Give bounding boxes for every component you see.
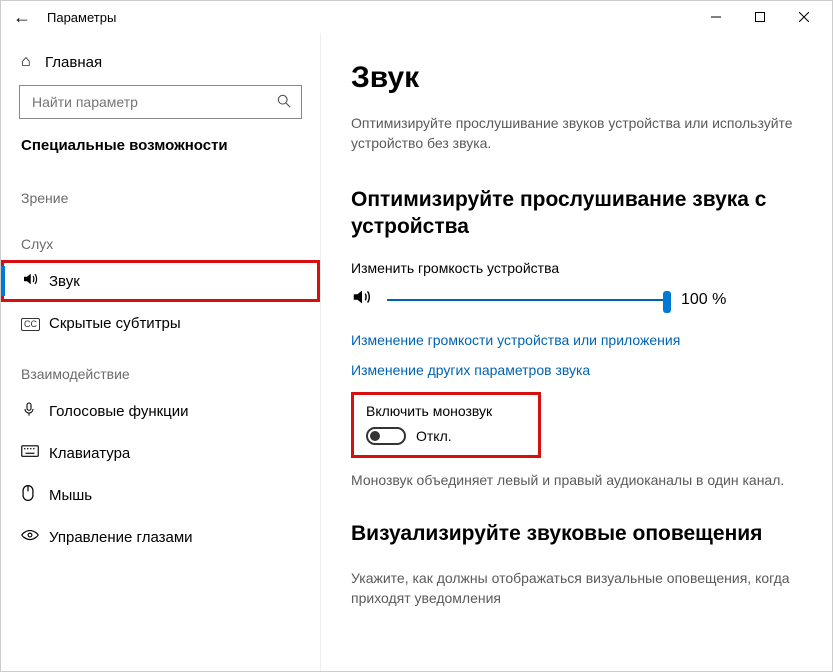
- visualize-description: Укажите, как должны отображаться визуаль…: [351, 568, 802, 609]
- sidebar-item-mouse[interactable]: Мышь: [1, 474, 320, 516]
- sidebar: ⌂ Главная Специальные возможности Зрение…: [1, 33, 321, 671]
- visualize-heading: Визуализируйте звуковые оповещения: [351, 520, 802, 547]
- close-button[interactable]: [782, 2, 826, 32]
- mono-description: Монозвук объединяет левый и правый аудио…: [351, 470, 802, 490]
- mono-title: Включить монозвук: [366, 403, 526, 419]
- page-description: Оптимизируйте прослушивание звуков устро…: [351, 113, 802, 154]
- cc-icon: CC: [21, 314, 49, 332]
- eye-icon: [21, 528, 49, 546]
- maximize-button[interactable]: [738, 2, 782, 32]
- sidebar-item-speech[interactable]: Голосовые функции: [1, 390, 320, 432]
- speaker-icon: [21, 270, 49, 293]
- link-device-app-volume[interactable]: Изменение громкости устройства или прило…: [351, 332, 802, 348]
- window-title: Параметры: [47, 10, 116, 25]
- mono-toggle-state: Откл.: [416, 428, 452, 444]
- sidebar-item-label: Голосовые функции: [49, 403, 189, 420]
- keyboard-icon: [21, 444, 49, 463]
- home-nav[interactable]: ⌂ Главная: [1, 47, 320, 85]
- sidebar-item-sound[interactable]: Звук: [1, 260, 320, 302]
- group-interaction: Взаимодействие: [1, 344, 320, 390]
- sidebar-item-label: Скрытые субтитры: [49, 315, 181, 332]
- home-label: Главная: [45, 54, 102, 71]
- minimize-button[interactable]: [694, 2, 738, 32]
- search-icon: [277, 94, 291, 111]
- section-heading: Специальные возможности: [1, 137, 320, 168]
- home-icon: ⌂: [21, 53, 45, 71]
- main-content: Звук Оптимизируйте прослушивание звуков …: [321, 33, 832, 671]
- mouse-icon: [21, 484, 49, 507]
- mono-audio-section: Включить монозвук Откл.: [351, 392, 541, 458]
- search-input[interactable]: [30, 93, 277, 111]
- sidebar-item-label: Управление глазами: [49, 529, 193, 546]
- group-hearing: Слух: [1, 214, 320, 260]
- back-button[interactable]: ←: [7, 2, 37, 32]
- sidebar-item-keyboard[interactable]: Клавиатура: [1, 432, 320, 474]
- sidebar-item-label: Мышь: [49, 487, 92, 504]
- search-input-container[interactable]: [19, 85, 302, 119]
- microphone-icon: [21, 401, 49, 422]
- titlebar: ← Параметры: [1, 1, 832, 33]
- volume-slider[interactable]: [387, 290, 667, 310]
- page-title: Звук: [351, 61, 802, 95]
- group-vision: Зрение: [1, 168, 320, 214]
- volume-label: Изменить громкость устройства: [351, 260, 802, 276]
- optimize-heading: Оптимизируйте прослушивание звука с устр…: [351, 186, 802, 241]
- volume-icon: [351, 286, 373, 314]
- mono-toggle[interactable]: [366, 427, 406, 445]
- sidebar-item-eye-control[interactable]: Управление глазами: [1, 516, 320, 558]
- link-other-sound-settings[interactable]: Изменение других параметров звука: [351, 362, 802, 378]
- volume-value: 100 %: [681, 291, 726, 309]
- sidebar-item-label: Звук: [49, 273, 80, 290]
- sidebar-item-label: Клавиатура: [49, 445, 130, 462]
- sidebar-item-captions[interactable]: CC Скрытые субтитры: [1, 302, 320, 344]
